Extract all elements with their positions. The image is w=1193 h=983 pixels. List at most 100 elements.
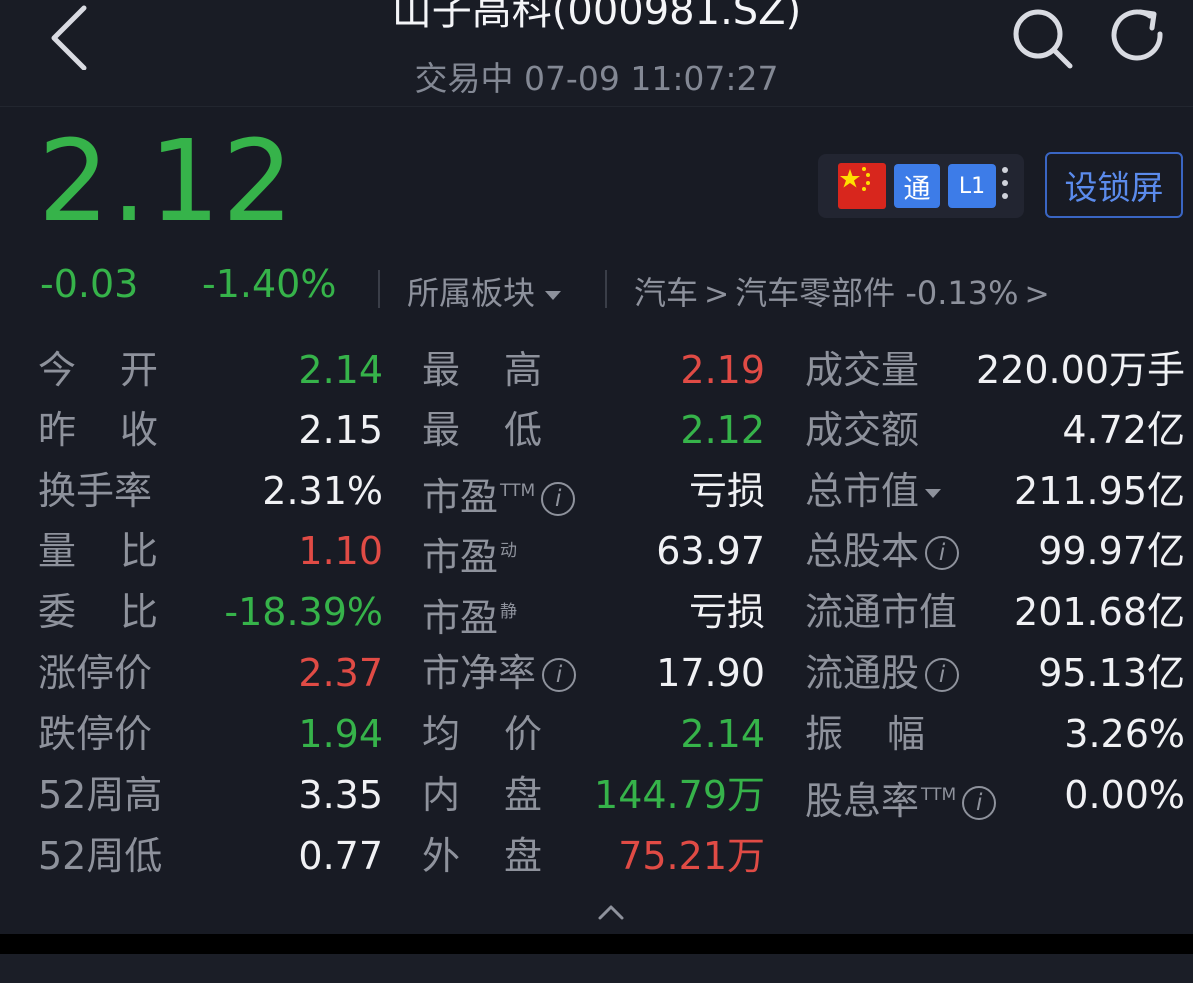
pb-value: 17.90: [656, 651, 765, 695]
pe-ttm-sup: TTM: [500, 481, 536, 501]
level1-tag[interactable]: L1: [948, 164, 996, 208]
inner-volume-label: 内盘: [422, 773, 587, 817]
market-cap-value: 211.95亿: [1014, 469, 1185, 513]
stats-row: 昨收 2.15 最低 2.12 成交额 4.72亿: [0, 400, 1193, 460]
dividend-yield-label: 股息率 TTM i: [805, 765, 997, 831]
total-shares-label-text: 总股本: [805, 529, 920, 573]
pe-dynamic-label-text: 市盈: [422, 535, 499, 579]
avg-price-value: 2.14: [680, 712, 765, 756]
low-value: 2.12: [680, 408, 765, 452]
pe-dynamic-sup: 动: [500, 541, 518, 561]
info-icon[interactable]: i: [925, 536, 960, 570]
order-ratio-value: -18.39%: [224, 590, 383, 634]
high-label: 最高: [422, 348, 587, 392]
turnover-rate-value: 2.31%: [262, 469, 383, 513]
outer-volume-value: 75.21万: [618, 834, 765, 878]
dividend-yield-sup: TTM: [921, 785, 957, 805]
prev-close-value: 2.15: [298, 408, 383, 452]
stats-row: 涨停价 2.37 市净率 i 17.90 流通股 i 95.13亿: [0, 643, 1193, 703]
chevron-right-icon: >: [704, 277, 730, 312]
connect-tag[interactable]: 通: [894, 164, 940, 208]
pe-static-sup: 静: [500, 602, 518, 622]
amplitude-label: 振幅: [805, 712, 970, 756]
market-cap-label: 总市值: [805, 461, 942, 521]
open-value: 2.14: [298, 348, 383, 392]
stats-row: 量比 1.10 市盈动 63.97 总股本 i 99.97亿: [0, 521, 1193, 581]
pe-ttm-label: 市盈 TTM i: [422, 461, 576, 527]
limit-down-value: 1.94: [298, 712, 383, 756]
more-dots-icon[interactable]: [1000, 167, 1010, 207]
volume-value: 220.00万手: [976, 348, 1185, 392]
avg-price-label: 均价: [422, 712, 587, 756]
info-icon[interactable]: i: [962, 786, 997, 820]
week52-low-label: 52周低: [38, 834, 163, 878]
info-icon[interactable]: i: [542, 658, 577, 692]
industry-name: 汽车: [634, 274, 699, 312]
change-row: -0.03 -1.40% 所属板块 汽车 > 汽车零部件 -0.13% >: [0, 262, 1193, 316]
refresh-button[interactable]: [1106, 4, 1172, 70]
week52-high-value: 3.35: [298, 773, 383, 817]
sector-path-link[interactable]: 汽车 > 汽车零部件 -0.13% >: [634, 268, 1056, 314]
total-shares-label: 总股本 i: [805, 521, 960, 581]
refresh-icon: [1111, 9, 1163, 61]
dropdown-triangle-icon: [545, 290, 562, 300]
pe-static-value: 亏损: [688, 590, 765, 634]
stats-row: 跌停价 1.94 均价 2.14 振幅 3.26%: [0, 704, 1193, 764]
dropdown-triangle-icon[interactable]: [925, 489, 942, 498]
sector-dropdown[interactable]: 所属板块: [407, 268, 562, 314]
market-tags: 通 L1: [818, 154, 1024, 218]
pe-dynamic-label: 市盈动: [422, 521, 517, 587]
divider: [378, 270, 380, 308]
pe-static-label-text: 市盈: [422, 596, 499, 640]
float-shares-value: 95.13亿: [1038, 651, 1185, 695]
week52-high-label: 52周高: [38, 773, 163, 817]
week52-low-value: 0.77: [298, 834, 383, 878]
dividend-yield-value: 0.00%: [1064, 773, 1185, 817]
pe-dynamic-value: 63.97: [656, 529, 765, 573]
high-value: 2.19: [680, 348, 765, 392]
info-icon[interactable]: i: [925, 658, 960, 692]
limit-down-label: 跌停价: [38, 712, 153, 756]
stats-row: 今开 2.14 最高 2.19 成交量 220.00万手: [0, 340, 1193, 400]
open-label: 今开: [38, 348, 203, 392]
pe-ttm-value: 亏损: [688, 469, 765, 513]
search-button[interactable]: [1008, 4, 1074, 70]
float-cap-label: 流通市值: [805, 590, 958, 634]
turnover-label: 成交额: [805, 408, 920, 452]
pb-label: 市净率 i: [422, 643, 577, 703]
stats-row: 52周低 0.77 外盘 75.21万: [0, 826, 1193, 886]
low-label: 最低: [422, 408, 587, 452]
stats-row: 委比 -18.39% 市盈静 亏损 流通市值 201.68亿: [0, 582, 1193, 642]
info-icon[interactable]: i: [541, 482, 576, 516]
next-section: [0, 954, 1193, 983]
search-icon: [1013, 9, 1073, 69]
collapse-chevron-icon[interactable]: [596, 902, 626, 922]
section-divider: [0, 934, 1193, 954]
pe-static-label: 市盈静: [422, 582, 517, 648]
price-change-percent: -1.40%: [202, 262, 337, 306]
total-shares-value: 99.97亿: [1038, 529, 1185, 573]
turnover-value: 4.72亿: [1062, 408, 1185, 452]
inner-volume-value: 144.79万: [594, 773, 765, 817]
outer-volume-label: 外盘: [422, 834, 587, 878]
dividend-yield-label-text: 股息率: [805, 779, 920, 823]
float-cap-value: 201.68亿: [1014, 590, 1185, 634]
market-cap-label-text: 总市值: [805, 469, 920, 513]
sub-industry-name: 汽车零部件: [735, 274, 896, 312]
volume-label: 成交量: [805, 348, 920, 392]
amplitude-value: 3.26%: [1064, 712, 1185, 756]
pe-ttm-label-text: 市盈: [422, 475, 499, 519]
limit-up-label: 涨停价: [38, 651, 153, 695]
chevron-right-icon: >: [1024, 277, 1050, 312]
china-flag-icon: [838, 163, 886, 209]
sub-industry-change: -0.13%: [905, 274, 1019, 312]
price-change: -0.03: [40, 262, 139, 306]
volume-ratio-value: 1.10: [298, 529, 383, 573]
stats-row: 52周高 3.35 内盘 144.79万 股息率 TTM i 0.00%: [0, 765, 1193, 825]
set-lock-screen-button[interactable]: 设锁屏: [1045, 152, 1183, 218]
divider: [605, 270, 607, 308]
sector-label: 所属板块: [407, 274, 536, 312]
limit-up-value: 2.37: [298, 651, 383, 695]
pb-label-text: 市净率: [422, 651, 537, 695]
current-price: 2.12: [38, 117, 296, 247]
